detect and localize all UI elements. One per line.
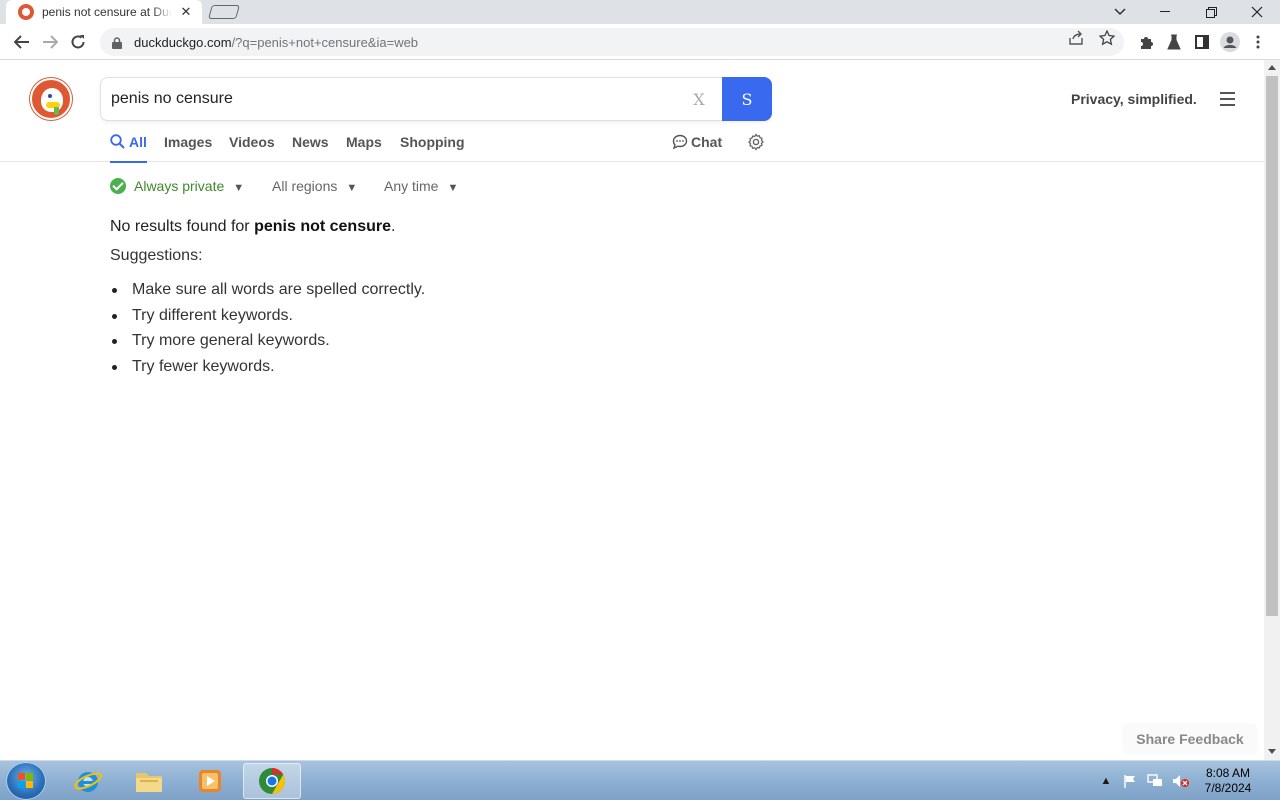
dropdown-caret-icon: ▼ — [233, 182, 245, 194]
bookmark-star-icon[interactable] — [1099, 30, 1115, 46]
minimize-button[interactable] — [1142, 0, 1188, 24]
volume-muted-icon[interactable] — [1170, 761, 1192, 800]
system-clock[interactable]: 8:08 AM 7/8/2024 — [1196, 766, 1260, 796]
list-item: Try different keywords. — [110, 306, 425, 332]
clear-search-button[interactable]: X — [689, 90, 709, 110]
no-results-message: No results found for penis not censure. — [110, 218, 396, 235]
tab-videos[interactable]: Videos — [229, 134, 275, 162]
list-item: Try fewer keywords. — [110, 357, 425, 383]
file-explorer-taskbar-button[interactable] — [120, 763, 178, 799]
close-window-button[interactable] — [1234, 0, 1280, 24]
tab-search-chevron-icon[interactable] — [1106, 0, 1134, 24]
address-url: duckduckgo.com/?q=penis+not+censure&ia=w… — [134, 34, 419, 50]
dropdown-caret-icon: ▼ — [346, 182, 358, 194]
labs-flask-icon[interactable] — [1164, 32, 1184, 52]
share-icon[interactable] — [1068, 30, 1084, 46]
privacy-check-icon — [110, 178, 126, 194]
scroll-up-arrow-icon[interactable] — [1268, 65, 1276, 70]
search-tabs: All Images Videos News Maps Shopping Cha… — [0, 130, 1264, 163]
no-results-query: penis not censure — [254, 218, 391, 235]
tab-all[interactable]: All — [110, 134, 147, 163]
browser-toolbar: duckduckgo.com/?q=penis+not+censure&ia=w… — [0, 24, 1280, 60]
clock-date: 7/8/2024 — [1204, 781, 1252, 795]
media-player-taskbar-button[interactable] — [181, 763, 239, 799]
list-item: Try more general keywords. — [110, 331, 425, 357]
new-tab-button[interactable] — [208, 5, 240, 19]
tagline[interactable]: Privacy, simplified. — [1071, 91, 1197, 107]
page-scrollbar[interactable] — [1264, 60, 1280, 760]
browser-tab[interactable]: penis not censure at DuckDuckGo ✕ — [6, 0, 202, 24]
browser-menu-icon[interactable] — [1248, 32, 1268, 52]
chat-button[interactable]: Chat — [672, 134, 722, 150]
always-private-filter[interactable]: Always private ▼ — [110, 178, 244, 194]
internet-explorer-icon — [74, 772, 102, 792]
media-player-icon — [199, 770, 221, 792]
search-icon — [110, 134, 125, 149]
dropdown-caret-icon: ▼ — [447, 182, 459, 194]
tab-news[interactable]: News — [292, 134, 329, 162]
chat-bubble-icon — [672, 134, 688, 150]
search-form: X S — [100, 77, 772, 121]
search-submit-button[interactable]: S — [722, 77, 772, 121]
browser-tab-title: penis not censure at DuckDuckGo — [42, 5, 172, 19]
tab-maps[interactable]: Maps — [346, 134, 382, 162]
windows-taskbar: ▲ 8:08 AM 7/8/2024 — [0, 760, 1280, 800]
address-bar[interactable]: duckduckgo.com/?q=penis+not+censure&ia=w… — [100, 28, 1124, 56]
hamburger-menu-icon[interactable] — [1220, 92, 1236, 106]
region-filter[interactable]: All regions ▼ — [272, 178, 357, 194]
tab-images[interactable]: Images — [164, 134, 212, 162]
network-icon[interactable] — [1144, 761, 1166, 800]
folder-icon — [136, 773, 162, 792]
forward-arrow-icon — [43, 35, 58, 49]
internet-explorer-taskbar-button[interactable] — [59, 763, 117, 799]
extensions-puzzle-icon[interactable] — [1136, 32, 1156, 52]
scrollbar-thumb[interactable] — [1266, 76, 1278, 616]
reload-button[interactable] — [65, 29, 91, 55]
lock-icon — [112, 36, 122, 49]
chrome-icon — [259, 767, 286, 795]
search-results-page: X S Privacy, simplified. All Images Vide… — [0, 60, 1264, 760]
duckduckgo-logo[interactable] — [30, 78, 72, 120]
side-panel-icon[interactable] — [1192, 32, 1212, 52]
start-button[interactable] — [6, 762, 46, 800]
search-input[interactable] — [111, 78, 671, 120]
windows-logo-icon — [18, 773, 34, 789]
tab-shopping[interactable]: Shopping — [400, 134, 465, 162]
time-filter[interactable]: Any time ▼ — [384, 178, 458, 194]
duckduckgo-favicon-icon — [18, 4, 34, 20]
suggestions-title: Suggestions: — [110, 247, 203, 264]
reload-icon — [71, 35, 85, 49]
back-button[interactable] — [9, 29, 35, 55]
forward-button[interactable] — [37, 29, 63, 55]
profile-avatar-icon[interactable] — [1220, 32, 1240, 52]
tab-close-icon[interactable]: ✕ — [178, 4, 194, 20]
settings-gear-icon[interactable] — [747, 133, 765, 151]
chrome-taskbar-button[interactable] — [243, 763, 301, 799]
back-arrow-icon — [14, 35, 29, 49]
clock-time: 8:08 AM — [1205, 766, 1251, 780]
browser-tab-strip: penis not censure at DuckDuckGo ✕ — [0, 0, 1280, 24]
list-item: Make sure all words are spelled correctl… — [110, 280, 425, 306]
share-feedback-button[interactable]: Share Feedback — [1124, 725, 1256, 753]
suggestions-list: Make sure all words are spelled correctl… — [110, 280, 425, 382]
show-hidden-icons-arrow-icon[interactable]: ▲ — [1098, 761, 1114, 800]
action-center-flag-icon[interactable] — [1120, 761, 1140, 800]
scroll-down-arrow-icon[interactable] — [1268, 749, 1276, 754]
restore-button[interactable] — [1188, 0, 1234, 24]
